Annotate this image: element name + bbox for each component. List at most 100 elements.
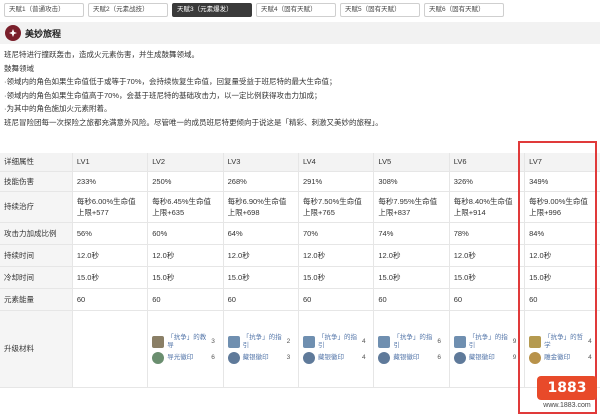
heal-cap: 上限+765: [302, 207, 335, 217]
tab-talent-1[interactable]: 天赋1（普通攻击）: [4, 3, 84, 17]
table-header-row: 详细属性 LV1 LV2 LV3 LV4 LV5 LV6 LV7: [0, 153, 600, 172]
material-item[interactable]: 「抗争」的指引 4: [302, 333, 369, 350]
table-row-materials: 升级材料 「抗争」的教导 3 导光徽印 6 「抗争」的指引 2 藏银徽印 3 「抗争」的…: [0, 310, 600, 388]
description-line: 班尼冒险团每一次探险之旅都充满意外风险。尽管唯一的成员班尼特更倾向于说这是「精彩…: [4, 117, 383, 127]
header-attr: 详细属性: [0, 153, 73, 172]
material-name: 「抗争」的指引: [317, 333, 357, 349]
heal-cap: 上限+914: [453, 207, 486, 217]
material-name: 藏银徽印: [317, 353, 344, 361]
table-cell: 每秒8.40%生命值 上限+914: [448, 191, 525, 223]
material-item[interactable]: 「抗争」的指引 9: [453, 334, 520, 350]
table-cell: 12.0秒: [524, 244, 600, 267]
heal-cap: 上限+577: [76, 207, 109, 217]
material-name: 导光徽印: [167, 353, 194, 361]
material-cell: 「抗争」的指引 9 藏银徽印 9: [448, 310, 525, 388]
material-item[interactable]: 雕金徽印 4: [529, 351, 596, 364]
heal-rate: 每秒6.45%生命值: [152, 196, 211, 206]
material-item[interactable]: 「抗争」的指引 2: [227, 333, 294, 350]
material-item[interactable]: 「抗争」的教导 3: [152, 334, 218, 350]
description-line: ·领域内的角色如果生命值高于70%，会基于班尼特的基础攻击力，以一定比例获得攻击…: [4, 90, 322, 100]
table-row: 冷却时间 15.0秒 15.0秒 15.0秒 15.0秒 15.0秒 15.0秒…: [0, 266, 600, 289]
heal-rate: 每秒8.40%生命值: [453, 196, 513, 206]
table-cell: 12.0秒: [222, 244, 299, 267]
table-cell: 70%: [297, 222, 374, 245]
material-item[interactable]: 藏银徽印 3: [227, 351, 294, 364]
table-row: 技能伤害 233% 250% 268% 291% 308% 326% 349%: [0, 171, 600, 192]
header-level: LV6: [448, 153, 525, 172]
talent-level-table: 详细属性 LV1 LV2 LV3 LV4 LV5 LV6 LV7 技能伤害 23…: [0, 153, 600, 388]
table-row: 持续时间 12.0秒 12.0秒 12.0秒 12.0秒 12.0秒 12.0秒…: [0, 244, 600, 267]
row-label: 技能伤害: [0, 171, 73, 192]
table-cell: 349%: [524, 171, 600, 192]
material-name: 藏银徽印: [393, 353, 420, 361]
watermark-url: www.1883.com: [543, 402, 591, 409]
tab-talent-5[interactable]: 天赋5（固有天赋）: [340, 3, 420, 17]
table-cell: 60: [373, 288, 450, 311]
tab-talent-6[interactable]: 天赋6（固有天赋）: [424, 3, 504, 17]
heal-rate: 每秒6.00%生命值: [76, 196, 136, 206]
material-count: 4: [588, 354, 592, 361]
material-name: 「抗争」的指引: [242, 333, 282, 349]
table-cell: 291%: [297, 171, 374, 192]
header-level: LV4: [297, 153, 374, 172]
material-name: 「抗争」的哲学: [544, 333, 584, 349]
heal-cap: 上限+698: [227, 207, 260, 217]
book-icon: [378, 335, 391, 348]
book-icon: [227, 335, 240, 348]
table-cell: 15.0秒: [147, 266, 224, 289]
description-line: 鼓舞领域: [4, 63, 34, 73]
table-row: 元素能量 60 60 60 60 60 60 60: [0, 288, 600, 311]
header-level: LV7: [524, 153, 600, 172]
table-cell: 每秒6.45%生命值 上限+635: [147, 191, 224, 223]
watermark-logo: 1883: [537, 376, 597, 400]
row-label: 升级材料: [0, 310, 73, 388]
table-row: 持续治疗 每秒6.00%生命值 上限+577 每秒6.45%生命值 上限+635 每…: [0, 191, 600, 223]
material-count: 9: [512, 354, 517, 361]
table-cell: 233%: [71, 171, 148, 192]
table-cell: 12.0秒: [71, 244, 148, 267]
gem-icon: [529, 351, 542, 364]
tab-talent-3[interactable]: 天赋3（元素爆发）: [172, 3, 252, 17]
material-cell: 「抗争」的教导 3 导光徽印 6: [147, 310, 224, 388]
row-label: 攻击力加成比例: [0, 222, 73, 245]
table-cell: 15.0秒: [448, 266, 525, 289]
gem-icon: [302, 351, 315, 364]
table-cell: 15.0秒: [297, 266, 374, 289]
material-count: 3: [286, 354, 291, 361]
header-level: LV1: [71, 153, 148, 172]
table-row: 攻击力加成比例 56% 60% 64% 70% 74% 78% 84%: [0, 222, 600, 245]
material-name: 藏银徽印: [242, 353, 269, 361]
description-line: 班尼特进行撞跃轰击，造成火元素伤害，并生成鼓舞领域。: [4, 50, 199, 59]
gem-icon: [378, 351, 391, 364]
gem-icon: [453, 351, 466, 364]
material-item[interactable]: 藏银徽印 9: [453, 351, 520, 364]
table-cell: 326%: [448, 171, 525, 192]
book-icon: [453, 335, 466, 348]
material-count: 6: [211, 354, 215, 361]
material-item[interactable]: 藏银徽印 4: [302, 351, 369, 364]
heal-rate: 每秒6.90%生命值: [227, 196, 287, 206]
material-item[interactable]: 「抗争」的指引 6: [378, 334, 444, 350]
table-cell: 15.0秒: [222, 266, 299, 289]
material-cell: 「抗争」的指引 6 藏银徽印 6: [373, 310, 450, 388]
tab-talent-2[interactable]: 天赋2（元素战技）: [88, 3, 168, 17]
table-cell: 60%: [147, 222, 224, 245]
material-count: 4: [361, 338, 366, 345]
table-cell: 60: [524, 288, 600, 311]
talent-description: 班尼特进行撞跃轰击，造成火元素伤害，并生成鼓舞领域。 鼓舞领域 ·领域内的角色如…: [4, 48, 594, 130]
material-item[interactable]: 导光徽印 6: [152, 351, 218, 364]
material-name: 「抗争」的教导: [167, 333, 207, 349]
heal-cap: 上限+996: [529, 207, 562, 217]
heal-rate: 每秒9.00%生命值: [529, 196, 588, 206]
material-item[interactable]: 藏银徽印 6: [378, 351, 444, 364]
table-cell: 78%: [448, 222, 525, 245]
book-icon: [152, 335, 165, 348]
tab-talent-4[interactable]: 天赋4（固有天赋）: [256, 3, 336, 17]
material-count: 9: [512, 338, 517, 345]
table-cell: 15.0秒: [71, 266, 148, 289]
material-cell: [71, 310, 148, 388]
table-cell: 56%: [71, 222, 148, 245]
description-line: ·为其中的角色施加火元素附着。: [4, 104, 112, 114]
material-name: 藏银徽印: [468, 353, 495, 361]
material-item[interactable]: 「抗争」的哲学 4: [529, 334, 596, 350]
